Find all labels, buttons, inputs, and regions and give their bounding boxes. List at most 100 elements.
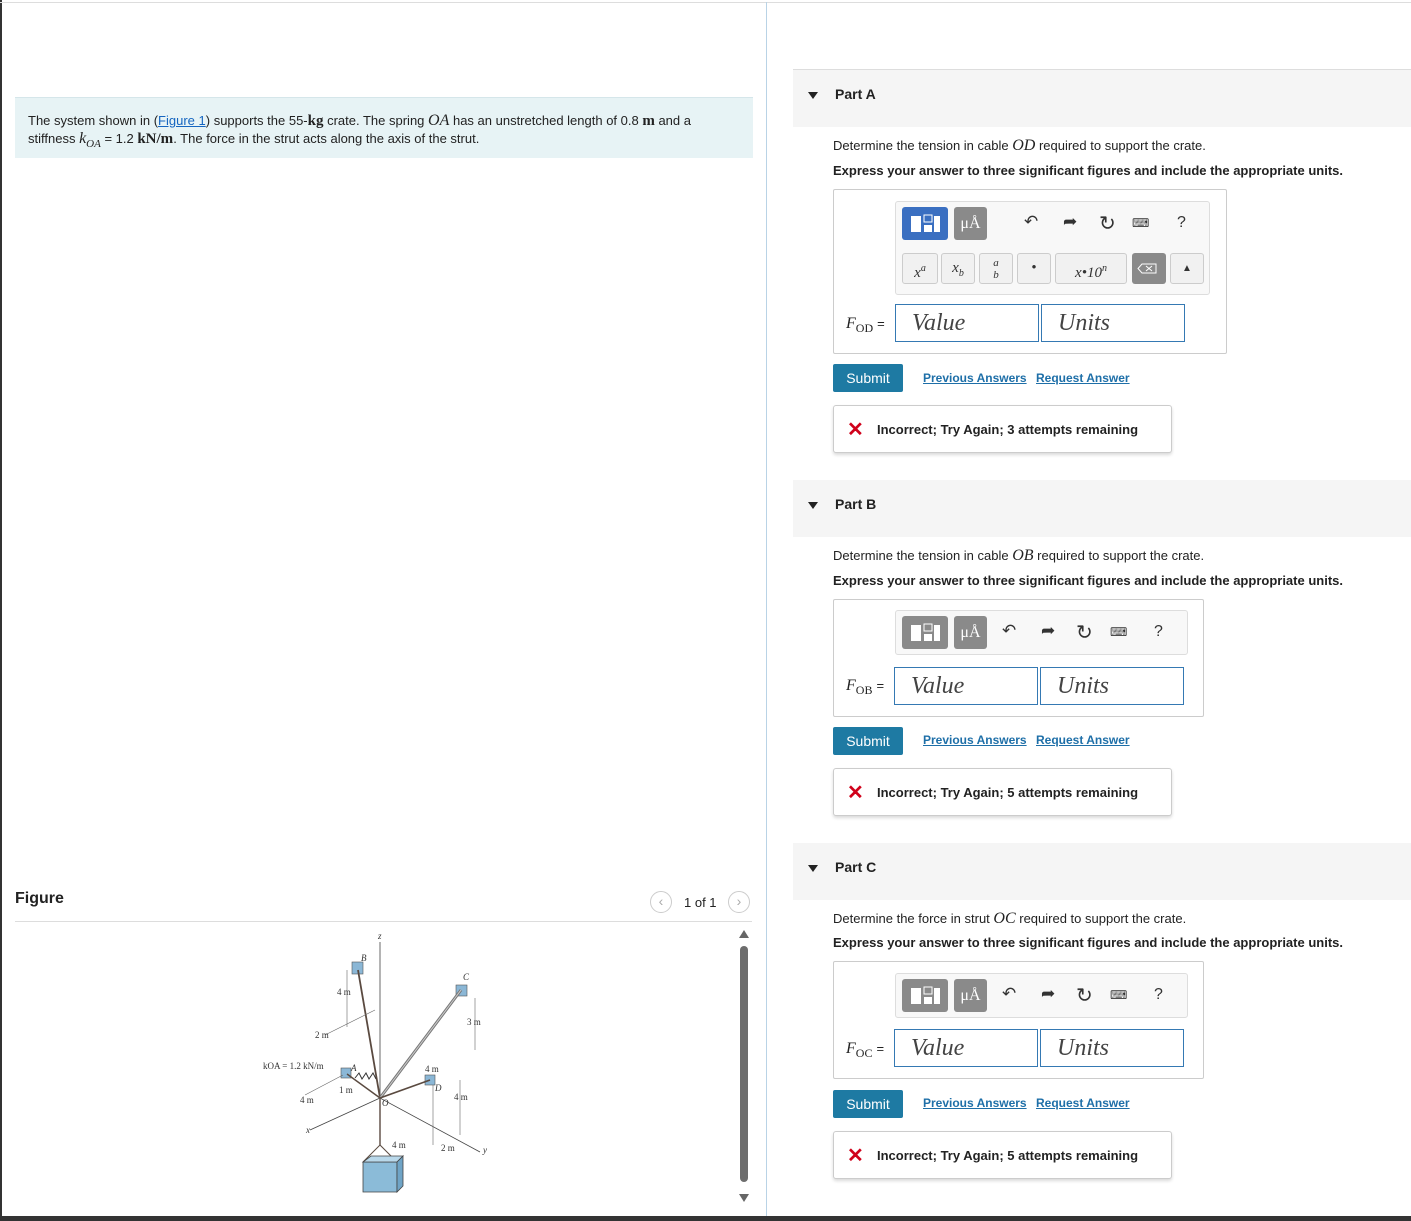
- dim-label: 4 m: [337, 987, 351, 997]
- dot-button[interactable]: •: [1017, 253, 1051, 284]
- keyboard-icon[interactable]: ⌨: [1110, 625, 1127, 639]
- label-a: A: [350, 1063, 357, 1073]
- figure-title: Figure: [15, 890, 64, 907]
- keyboard-icon[interactable]: ⌨: [1110, 988, 1127, 1002]
- units-input[interactable]: Units: [1040, 667, 1184, 705]
- label-c: C: [463, 972, 470, 982]
- field-eq: =: [877, 316, 885, 331]
- help-button[interactable]: ?: [1154, 623, 1163, 641]
- previous-answers-link[interactable]: Previous Answers: [923, 371, 1027, 385]
- fraction-num: a: [993, 257, 999, 269]
- request-answer-link[interactable]: Request Answer: [1036, 1096, 1130, 1110]
- field-var: F: [846, 1040, 856, 1057]
- question-var: OC: [993, 910, 1016, 927]
- value-input[interactable]: Value: [894, 1029, 1038, 1067]
- templates-button[interactable]: [902, 616, 948, 649]
- part-a-header[interactable]: Part A: [793, 70, 1411, 127]
- field-sub: OC: [855, 1046, 873, 1061]
- previous-answers-link[interactable]: Previous Answers: [923, 733, 1027, 747]
- label-z: z: [377, 931, 382, 941]
- units-input[interactable]: Units: [1040, 1029, 1184, 1067]
- submit-button[interactable]: Submit: [833, 727, 903, 755]
- spring-coil: [354, 1072, 377, 1080]
- question-text: Determine the tension in cable: [833, 548, 1013, 563]
- question-text: required to support the crate.: [1035, 138, 1206, 153]
- field-eq: =: [876, 678, 885, 693]
- crate-side: [396, 1155, 404, 1193]
- part-c-instruction: Express your answer to three significant…: [833, 935, 1343, 950]
- part-label: Part B: [835, 496, 877, 512]
- request-answer-link[interactable]: Request Answer: [1036, 371, 1130, 385]
- part-b-header[interactable]: Part B: [793, 480, 1411, 537]
- keyboard-icon[interactable]: ⌨: [1132, 216, 1149, 230]
- value-input[interactable]: Value: [894, 667, 1038, 705]
- feedback-box: ✕ Incorrect; Try Again; 5 attempts remai…: [833, 768, 1172, 816]
- submit-button[interactable]: Submit: [833, 364, 903, 392]
- request-answer-link[interactable]: Request Answer: [1036, 733, 1130, 747]
- redo-icon[interactable]: ➦: [1041, 984, 1055, 1004]
- problem-statement: The system shown in (Figure 1) supports …: [15, 97, 753, 158]
- problem-text: ) supports the 55-: [205, 113, 308, 128]
- reset-icon[interactable]: ↻: [1076, 620, 1093, 645]
- value-input[interactable]: Value: [895, 304, 1039, 342]
- keypad-toggle-icon[interactable]: ▲: [1170, 253, 1204, 284]
- part-a-question: Determine the tension in cable OD requir…: [833, 137, 1206, 155]
- problem-line-2: stiffness kOA = 1.2 kN/m. The force in t…: [28, 130, 753, 153]
- error-x-icon: ✕: [847, 1145, 864, 1167]
- sci-notation-button[interactable]: x•10n: [1055, 253, 1127, 284]
- templates-icon: [911, 986, 940, 1004]
- question-text: required to support the crate.: [1033, 548, 1205, 563]
- window-left-border: [0, 0, 2, 1221]
- previous-answers-link[interactable]: Previous Answers: [923, 1096, 1027, 1110]
- part-label: Part A: [835, 86, 876, 102]
- question-text: required to support the crate.: [1015, 911, 1187, 926]
- undo-icon[interactable]: ↶: [1002, 621, 1016, 641]
- redo-icon[interactable]: ➦: [1063, 212, 1077, 232]
- subscript-button[interactable]: xb: [941, 253, 975, 284]
- caret-down-icon: [808, 92, 818, 99]
- caret-down-icon: [808, 502, 818, 509]
- field-sub: OD: [855, 321, 874, 336]
- dim-label: 4 m: [454, 1092, 468, 1102]
- templates-button[interactable]: [902, 207, 948, 240]
- problem-text: has an unstretched length of 0.8: [449, 113, 643, 128]
- delete-button[interactable]: [1132, 253, 1166, 284]
- help-button[interactable]: ?: [1154, 986, 1163, 1004]
- fraction-button[interactable]: ab: [979, 253, 1013, 284]
- problem-text: . The force in the strut acts along the …: [173, 131, 480, 146]
- scroll-down-arrow[interactable]: [739, 1194, 749, 1202]
- figure-scrollbar-thumb[interactable]: [740, 946, 748, 1182]
- figure-pager: 1 of 1: [684, 895, 717, 910]
- help-button[interactable]: ?: [1177, 214, 1186, 232]
- figure-prev-button[interactable]: ‹: [650, 891, 672, 913]
- pane-divider[interactable]: [766, 2, 767, 1218]
- units-button[interactable]: μÅ: [954, 979, 987, 1012]
- figure-rule: [15, 921, 752, 922]
- dim-line: [304, 1074, 344, 1096]
- dim-label: 4 m: [392, 1140, 406, 1150]
- scroll-up-arrow[interactable]: [739, 930, 749, 938]
- undo-icon[interactable]: ↶: [1002, 984, 1016, 1004]
- part-c-header[interactable]: Part C: [793, 843, 1411, 900]
- figure-next-button[interactable]: ›: [728, 891, 750, 913]
- unit-knm: kN/m: [137, 131, 174, 147]
- superscript-button[interactable]: xa: [902, 253, 938, 284]
- units-button[interactable]: μÅ: [954, 616, 987, 649]
- submit-button[interactable]: Submit: [833, 1090, 903, 1118]
- part-c-answer-box: μÅ ↶ ➦ ↻ ⌨ ? FOC = Value Units: [833, 961, 1204, 1079]
- chevron-right-icon: ›: [736, 893, 742, 909]
- units-button[interactable]: μÅ: [954, 207, 987, 240]
- dim-label: 4 m: [425, 1064, 439, 1074]
- feedback-box: ✕ Incorrect; Try Again; 5 attempts remai…: [833, 1131, 1172, 1179]
- units-input[interactable]: Units: [1041, 304, 1185, 342]
- var-oa: OA: [428, 112, 450, 129]
- strut-oc-highlight: [379, 989, 462, 1099]
- reset-icon[interactable]: ↻: [1099, 211, 1116, 236]
- templates-button[interactable]: [902, 979, 948, 1012]
- redo-icon[interactable]: ➦: [1041, 621, 1055, 641]
- feedback-message: Incorrect; Try Again; 5 attempts remaini…: [877, 1148, 1139, 1163]
- reset-icon[interactable]: ↻: [1076, 983, 1093, 1008]
- figure-link[interactable]: Figure 1: [158, 113, 206, 128]
- undo-icon[interactable]: ↶: [1024, 212, 1038, 232]
- part-b-question: Determine the tension in cable OB requir…: [833, 547, 1204, 565]
